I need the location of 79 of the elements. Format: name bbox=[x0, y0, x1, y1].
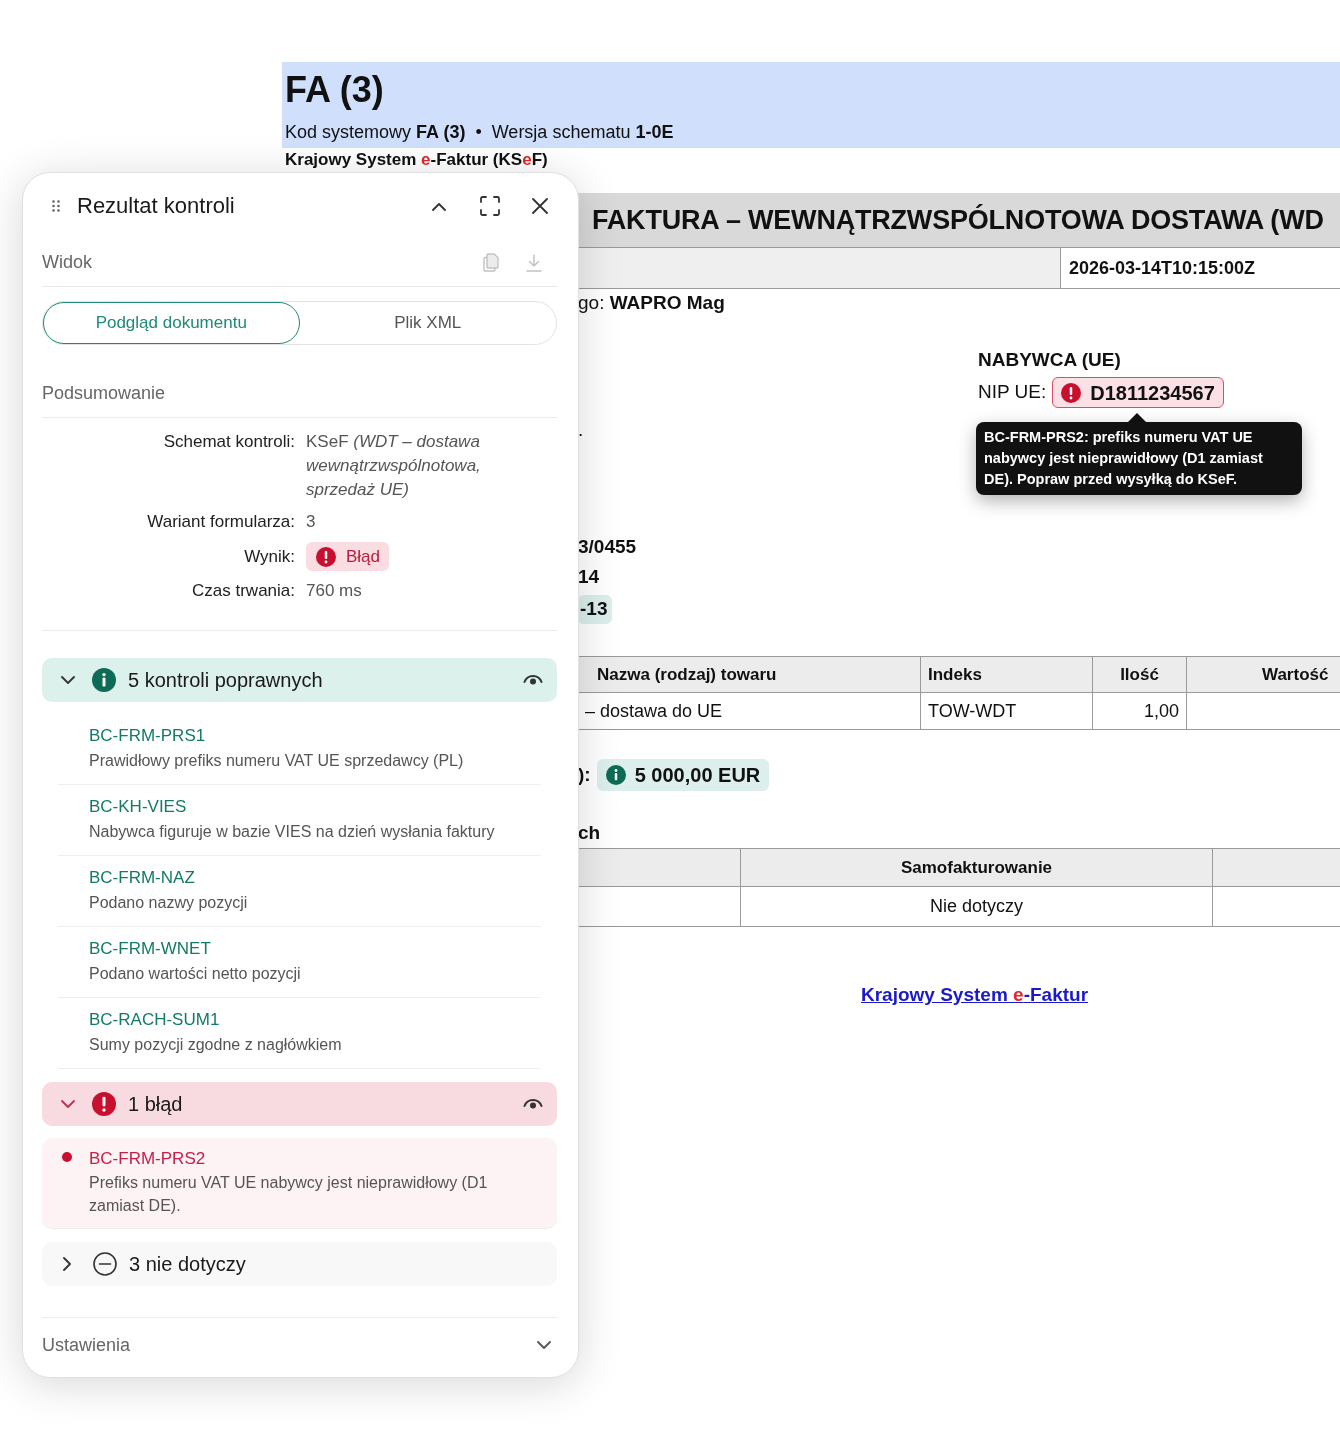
issue-date: 2026-03-14T10:15:00Z bbox=[1069, 256, 1256, 280]
chevron-down-icon[interactable] bbox=[61, 675, 75, 685]
summary-label: Czas trwania: bbox=[191, 580, 295, 602]
group-title[interactable]: 5 kontroli poprawnych bbox=[128, 667, 323, 693]
chevron-up-icon[interactable] bbox=[432, 201, 446, 211]
detail-value: -13 bbox=[578, 595, 613, 624]
section-label[interactable]: Ustawienia bbox=[42, 1332, 131, 1359]
summary-value: KSeF (WDT – dostawa wewnątrzwspólnotowa, sprzedaż UE) bbox=[306, 431, 482, 501]
error-icon bbox=[1061, 382, 1082, 403]
check-code[interactable]: BC-KH-VIES bbox=[89, 795, 187, 819]
summary-label: Schemat kontroli: bbox=[162, 431, 295, 453]
document-title: FA (3) bbox=[285, 69, 384, 111]
summary-label: Wariant formularza: bbox=[146, 511, 295, 533]
error-tooltip: BC-FRM-PRS2: prefiks numeru VAT UE nabywcy jest nieprawidłowy (D1 zamiast DE). Popraw przed wysyłką do KSeF. bbox=[976, 413, 1302, 495]
total-badge[interactable]: 5 000,00 EUR bbox=[596, 759, 770, 791]
group-header[interactable]: 5 kontroli poprawnych bbox=[42, 658, 557, 702]
info-icon bbox=[92, 668, 116, 692]
check-description: Nabywca figuruje w bazie VIES na dzień wysłania faktury bbox=[89, 822, 495, 842]
summary-value: 3 bbox=[306, 511, 317, 533]
drag-handle-icon[interactable] bbox=[52, 200, 60, 212]
summary-value: 760 ms bbox=[306, 580, 363, 602]
ksef-link[interactable]: Krajowy System e-Faktur bbox=[861, 983, 1089, 1007]
group-header[interactable]: 3 nie dotyczy bbox=[42, 1242, 557, 1286]
check-code[interactable]: BC-FRM-NAZ bbox=[89, 866, 195, 890]
nip-badge[interactable]: D1811234567 bbox=[1052, 377, 1224, 408]
software-name: go: WAPRO Mag bbox=[578, 291, 725, 315]
column-header: Ilość bbox=[1092, 657, 1186, 692]
detail-value: 14 bbox=[578, 565, 600, 589]
column-header: Indeks bbox=[920, 657, 1092, 692]
result-value: Błąd bbox=[346, 545, 381, 568]
document-meta: Wersja schematu 1-0E bbox=[491, 121, 674, 144]
buyer-heading: NABYWCA (UE) bbox=[978, 348, 1121, 372]
section-label: Podsumowanie bbox=[42, 382, 166, 405]
system-name: Krajowy System e-Faktur (KSeF) bbox=[285, 150, 548, 170]
group-header[interactable]: 1 błąd bbox=[42, 1082, 557, 1126]
eye-icon[interactable] bbox=[523, 1099, 543, 1109]
total-value: 5 000,00 EUR bbox=[634, 763, 761, 788]
table-cell: TOW-WDT bbox=[920, 693, 1092, 729]
table-cell: 1,00 bbox=[1092, 693, 1186, 729]
eye-icon[interactable] bbox=[523, 675, 543, 685]
chevron-right-icon[interactable] bbox=[63, 1257, 72, 1271]
status-dot-icon bbox=[62, 1152, 72, 1162]
check-description: Prawidłowy prefiks numeru VAT UE sprzedawcy (PL) bbox=[89, 751, 464, 771]
column-header: Nazwa (rodzaj) towaru bbox=[578, 657, 920, 692]
column-header: Samofakturowanie bbox=[740, 849, 1212, 886]
minus-circle-icon bbox=[93, 1252, 117, 1276]
group-title[interactable]: 1 błąd bbox=[128, 1091, 183, 1117]
text-fragment: ): bbox=[578, 762, 591, 787]
error-icon bbox=[316, 546, 336, 567]
chevron-down-icon[interactable] bbox=[537, 1341, 551, 1350]
check-description: Prefiks numeru VAT UE nabywcy jest nieprawidłowy (D1 zamiast DE). bbox=[89, 1173, 489, 1216]
detail-value: 3/0455 bbox=[578, 535, 637, 559]
close-icon[interactable] bbox=[532, 198, 548, 214]
check-code[interactable]: BC-FRM-WNET bbox=[89, 937, 211, 961]
check-description: Podano wartości netto pozycji bbox=[89, 964, 301, 984]
group-title[interactable]: 3 nie dotyczy bbox=[129, 1251, 246, 1277]
info-icon bbox=[605, 765, 626, 785]
fullscreen-icon[interactable] bbox=[480, 196, 500, 216]
invoice-title: FAKTURA – WEWNĄTRZWSPÓLNOTOWA DOSTAWA (WD bbox=[592, 204, 1324, 236]
separator: • bbox=[475, 121, 482, 144]
nip-label: NIP UE: bbox=[978, 380, 1047, 405]
check-description: Podano nazwy pozycji bbox=[89, 893, 248, 913]
view-tab[interactable]: Plik XML bbox=[299, 302, 556, 344]
table-cell-text: – dostawa do UE bbox=[584, 699, 724, 723]
nip-value: D1811234567 bbox=[1090, 380, 1215, 406]
error-icon bbox=[92, 1092, 116, 1116]
section-label: Widok bbox=[42, 251, 92, 274]
check-description: Sumy pozycji zgodne z nagłówkiem bbox=[89, 1035, 342, 1055]
check-code[interactable]: BC-RACH-SUM1 bbox=[89, 1008, 220, 1032]
column-header: Wartość bbox=[1186, 657, 1340, 692]
check-code[interactable]: BC-FRM-PRS2 bbox=[89, 1147, 206, 1171]
table-cell: Nie dotyczy bbox=[740, 887, 1212, 926]
document-meta: Kod systemowy FA (3) bbox=[285, 121, 466, 144]
panel-title: Rezultat kontroli bbox=[77, 192, 235, 220]
summary-label: Wynik: bbox=[243, 545, 295, 568]
check-code[interactable]: BC-FRM-PRS1 bbox=[89, 724, 206, 748]
error-check-card[interactable]: BC-FRM-PRS2 Prefiks numeru VAT UE nabywcy jest nieprawidłowy (D1 zamiast DE). bbox=[42, 1138, 557, 1229]
section-fragment: ch bbox=[578, 821, 601, 845]
text-fragment: . bbox=[578, 418, 584, 442]
